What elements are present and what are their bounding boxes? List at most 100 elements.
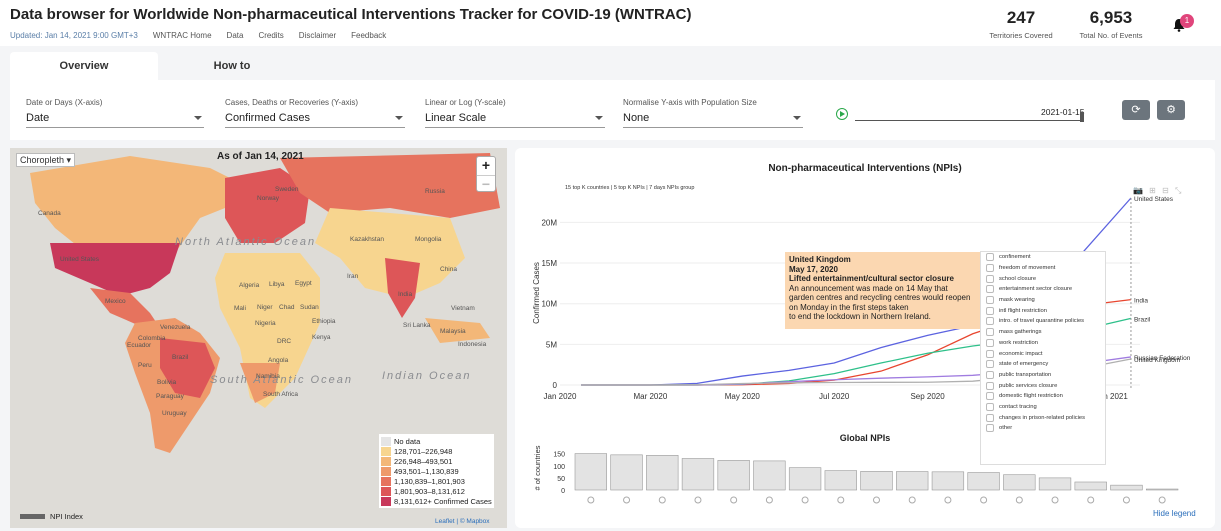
legend-label: No data (394, 436, 421, 446)
npi-legend-item[interactable]: confinement (981, 252, 1105, 263)
npi-line-chart[interactable]: 0 5M 10M 15M 20M Jan 2020 Mar 2020 May 2020 Jul … (515, 148, 1215, 528)
nav-credits[interactable]: Credits (258, 31, 283, 40)
npi-legend-item[interactable]: other (981, 423, 1105, 434)
npi-legend-item[interactable]: intro. of travel quarantine policies (981, 316, 1105, 327)
map-mode-select[interactable]: Choropleth ▾ (16, 153, 76, 167)
npi-legend-item[interactable]: freedom of movement (981, 263, 1105, 274)
legend-row: 8,131,612+ Confirmed Cases (381, 496, 492, 506)
tab-how-to[interactable]: How to (158, 52, 306, 80)
y-axis-label: Cases, Deaths or Recoveries (Y-axis) (225, 98, 359, 107)
legend-label: 8,131,612+ Confirmed Cases (394, 496, 492, 506)
npi-icon (730, 496, 738, 504)
series-label: Brazil (1134, 316, 1151, 323)
map-as-of: As of Jan 14, 2021 (217, 151, 304, 162)
map-panel[interactable]: Choropleth ▾ As of Jan 14, 2021 + − Nort… (10, 148, 507, 528)
series-label: India (1134, 298, 1148, 305)
npi-icon (765, 496, 773, 504)
npi-legend-item[interactable]: public services closure (981, 380, 1105, 391)
y-tick-label: 5M (546, 340, 557, 349)
npi-legend-item[interactable]: intl flight restriction (981, 305, 1105, 316)
date-slider-track[interactable] (855, 120, 1081, 121)
npi-legend-item[interactable]: changes in prison-related policies (981, 412, 1105, 423)
normalise-select[interactable]: Normalise Y-axis with Population Size No… (623, 98, 803, 128)
nav-wntrac-home[interactable]: WNTRAC Home (153, 31, 212, 40)
npi-icon (1122, 496, 1130, 504)
chevron-down-icon (793, 116, 801, 120)
country-label: Niger (257, 304, 273, 311)
npi-icon (980, 496, 988, 504)
tooltip-text-line: to end the lockdown in Northern Ireland. (789, 312, 931, 321)
npi-legend-item[interactable]: mass gatherings (981, 327, 1105, 338)
npi-icon (587, 496, 595, 504)
scale-value[interactable]: Linear Scale (425, 112, 605, 128)
npi-icon (873, 496, 880, 504)
nav-data[interactable]: Data (227, 31, 244, 40)
refresh-button[interactable]: ⟳ (1122, 100, 1150, 120)
bar (646, 455, 679, 491)
npi-icon (986, 413, 994, 422)
bar (610, 454, 643, 491)
npi-icon (986, 381, 994, 390)
npi-legend-label: freedom of movement (999, 265, 1056, 272)
map-attribution[interactable]: Leaflet | © Mapbox (435, 518, 490, 525)
country-label: Namibia (256, 373, 280, 380)
normalise-value-text: None (623, 112, 650, 124)
x-axis-select[interactable]: Date or Days (X-axis) Date (26, 98, 204, 128)
hide-legend-link[interactable]: Hide legend (1153, 509, 1196, 518)
y-axis-value[interactable]: Confirmed Cases (225, 112, 405, 128)
ocean-south-atlantic: South Atlantic Ocean (210, 374, 353, 386)
nav-disclaimer[interactable]: Disclaimer (299, 31, 336, 40)
gear-icon: ⚙ (1166, 104, 1176, 116)
npi-legend-item[interactable]: work restriction (981, 338, 1105, 349)
normalise-value[interactable]: None (623, 112, 803, 128)
country-label: Ecuador (127, 342, 152, 349)
y-tick-label: 20M (541, 218, 557, 227)
npi-icon (944, 496, 952, 504)
y-axis-select[interactable]: Cases, Deaths or Recoveries (Y-axis) Con… (225, 98, 405, 128)
zoom-out-button[interactable]: − (477, 175, 495, 193)
tab-bar: Overview How to (10, 52, 1215, 80)
stat-territories: 247 Territories Covered (982, 8, 1060, 40)
npi-legend-item[interactable]: economic impact (981, 348, 1105, 359)
top-bar: Data browser for Worldwide Non-pharmaceu… (0, 0, 1221, 46)
settings-button[interactable]: ⚙ (1157, 100, 1185, 120)
npi-icon (1015, 496, 1023, 504)
country-label: Vietnam (451, 305, 475, 312)
npi-legend-item[interactable]: mask wearing (981, 295, 1105, 306)
x-axis-value[interactable]: Date (26, 112, 204, 128)
tab-overview[interactable]: Overview (10, 52, 158, 80)
series-label: United Kingdom (1134, 357, 1180, 364)
y-axis-label: Confirmed Cases (532, 262, 541, 324)
npi-icon (986, 424, 994, 433)
date-slider-handle[interactable] (1080, 112, 1084, 122)
npi-legend-item[interactable]: state of emergency (981, 359, 1105, 370)
country-label: Brazil (172, 354, 189, 361)
npi-legend-item[interactable]: public transportation (981, 370, 1105, 381)
bar-y-tick-label: 0 (561, 488, 565, 495)
npi-legend-item[interactable]: entertainment sector closure (981, 284, 1105, 295)
npi-legend-item[interactable]: domestic flight restriction (981, 391, 1105, 402)
npi-icon (986, 296, 994, 305)
npi-legend: confinement freedom of movement school clo… (980, 251, 1106, 465)
npi-legend-label: work restriction (999, 339, 1038, 346)
x-axis-value-text: Date (26, 112, 50, 124)
tooltip-text-line: An announcement was made on 14 May that (789, 283, 948, 293)
npi-legend-label: mask wearing (999, 297, 1035, 304)
scale-select[interactable]: Linear or Log (Y-scale) Linear Scale (425, 98, 605, 128)
y-tick-label: 15M (541, 259, 557, 268)
play-icon[interactable] (836, 108, 848, 120)
stat-territories-value: 247 (1006, 8, 1036, 27)
npi-icon (1158, 496, 1166, 504)
tooltip-text-line: garden centres and recycling centres wou… (789, 293, 971, 302)
bar (1145, 488, 1179, 491)
chart-tooltip: United Kingdom May 17, 2020 Lifted enter… (785, 252, 985, 329)
zoom-in-button[interactable]: + (477, 157, 495, 175)
npi-legend-item[interactable]: school closure (981, 273, 1105, 284)
legend-row: 1,130,839–1,801,903 (381, 476, 492, 486)
zoom-control: + − (476, 156, 496, 192)
bar-y-tick-label: 50 (557, 476, 565, 483)
country-label: Norway (257, 195, 280, 202)
nav-feedback[interactable]: Feedback (351, 31, 386, 40)
npi-legend-label: public services closure (999, 382, 1058, 389)
npi-legend-item[interactable]: contact tracing (981, 402, 1105, 413)
